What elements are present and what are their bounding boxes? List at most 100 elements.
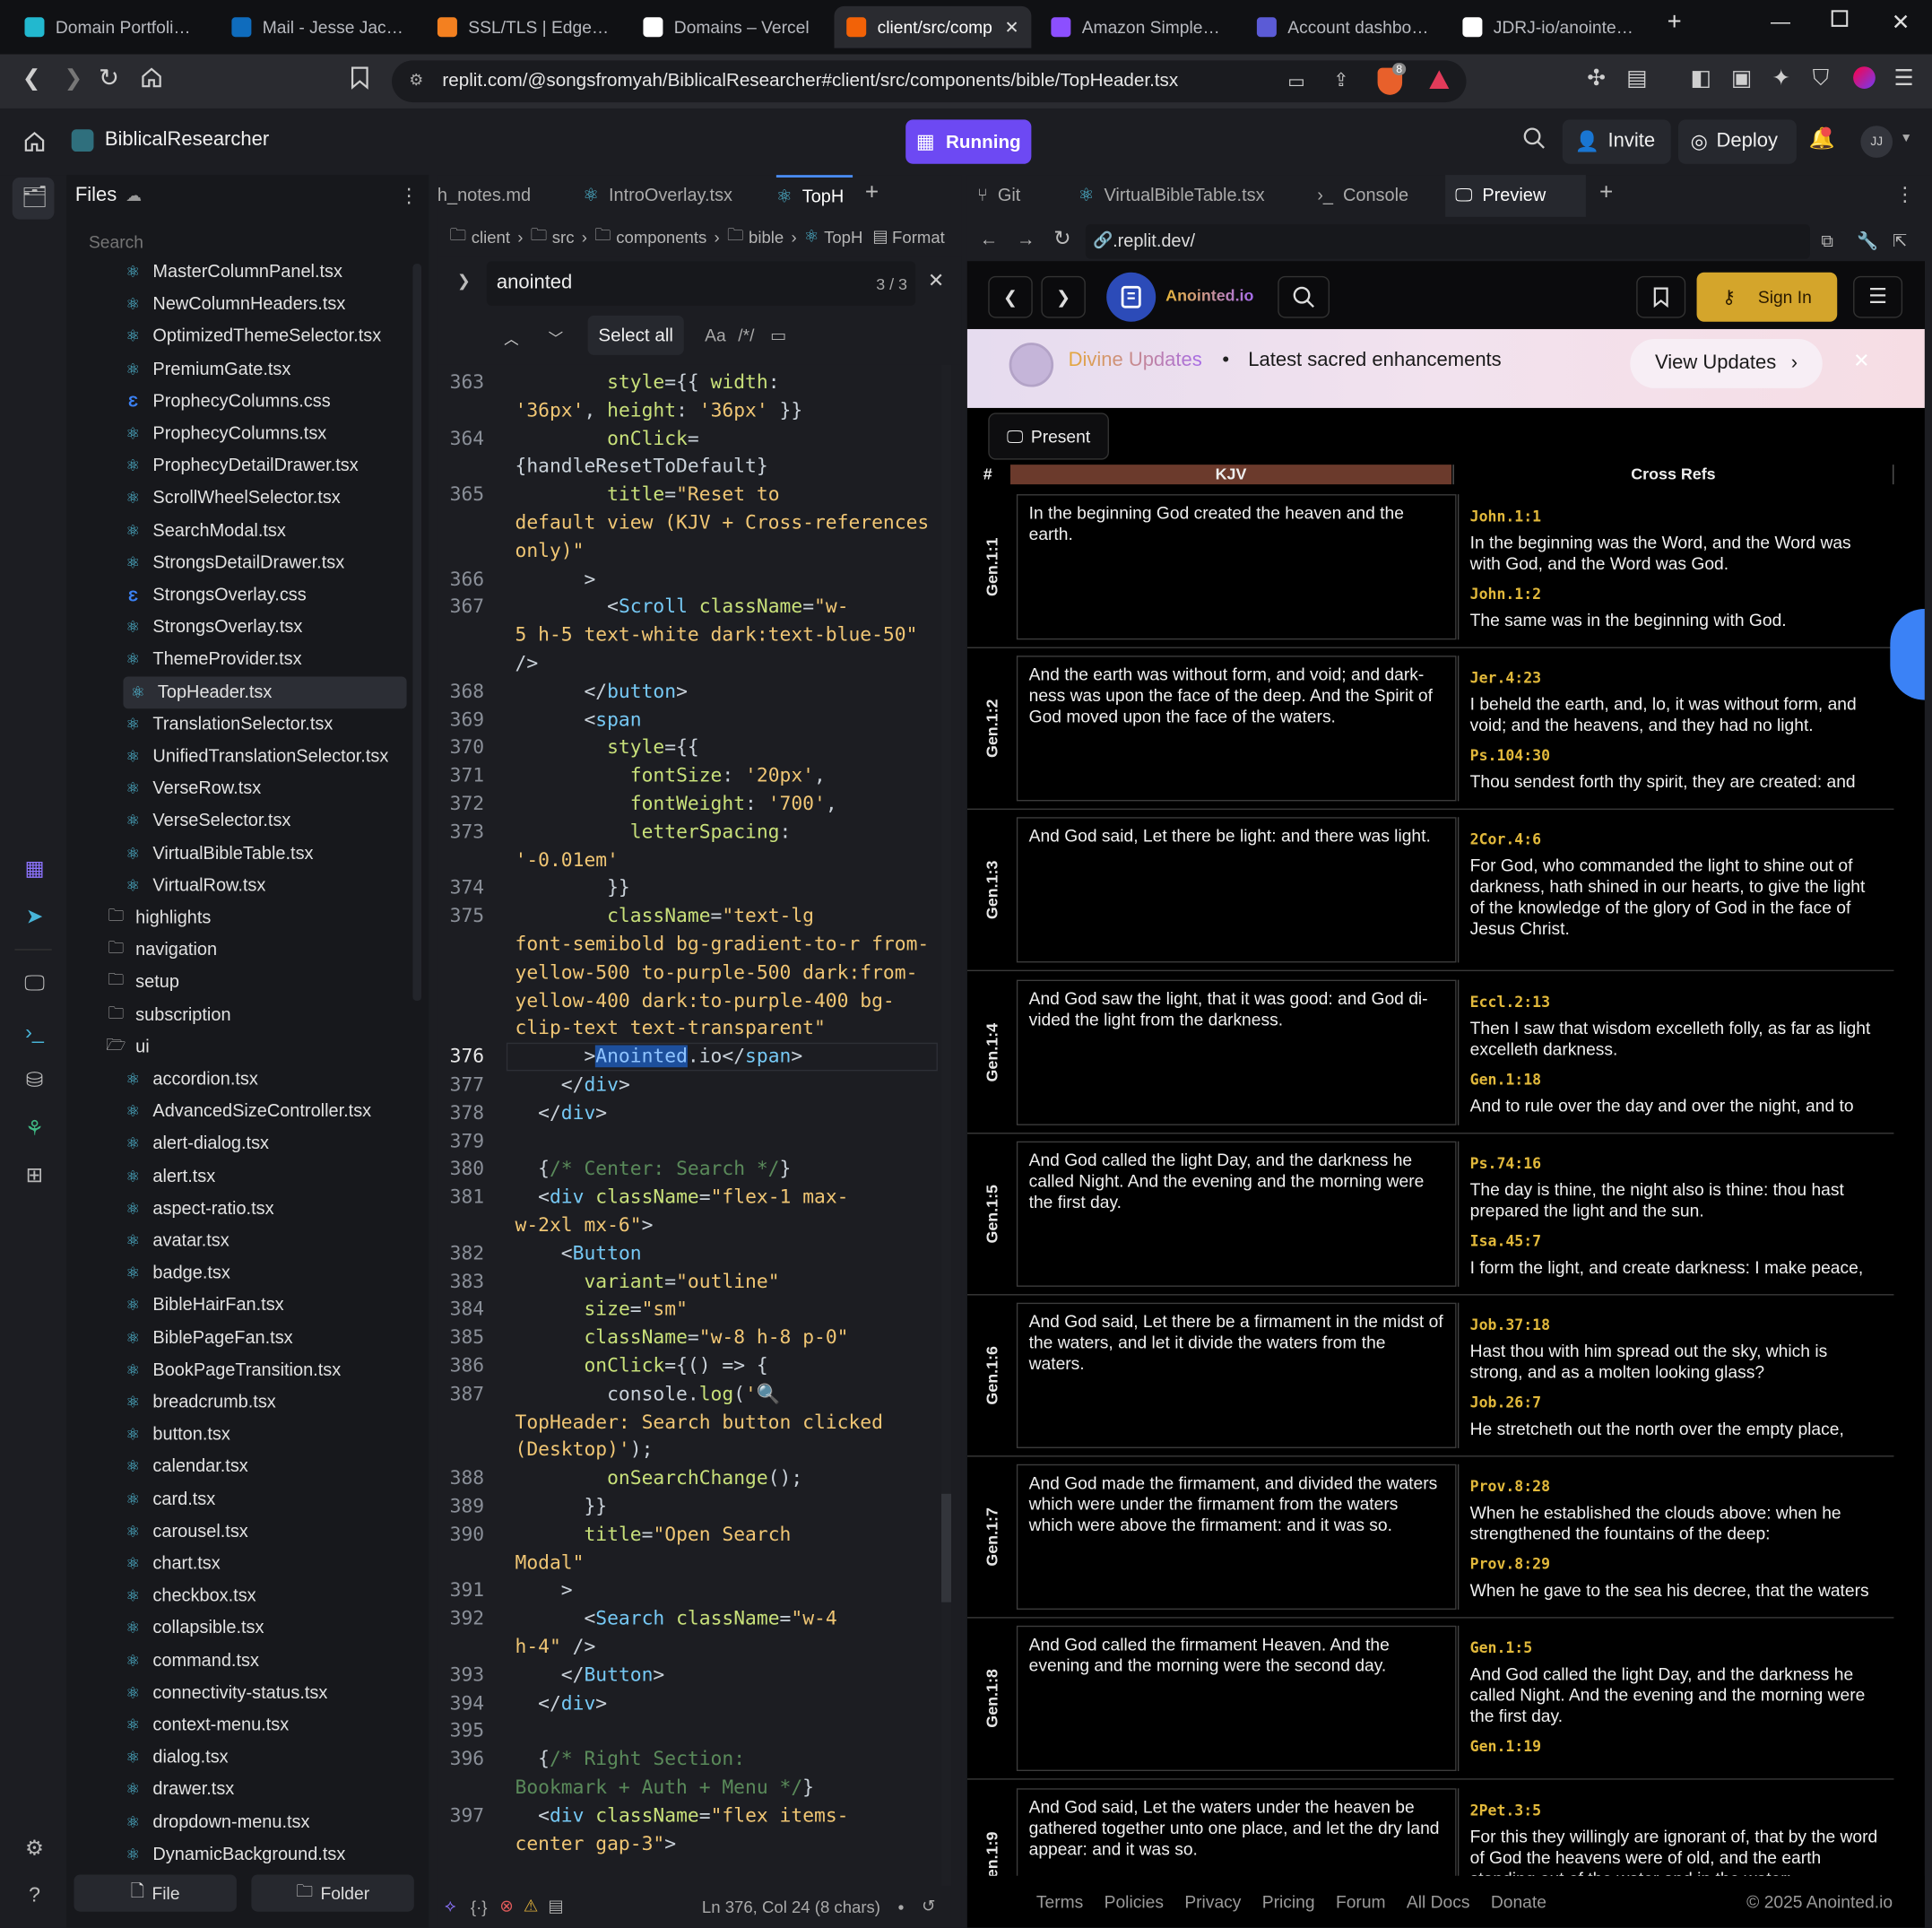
preview-url-input[interactable]: 🔗 .replit.dev/ [1085,224,1810,259]
file-tree-item[interactable]: ⚛ VirtualRow.tsx [123,870,419,902]
file-tree-item[interactable]: ⚛ StrongsDetailDrawer.tsx [123,547,419,579]
assistant-icon[interactable]: ➤ [21,905,48,932]
site-info-icon[interactable]: ⚙ [409,70,423,90]
editor-scrollbar[interactable] [941,364,952,1886]
file-tree-item[interactable]: ⚛ DynamicBackground.tsx [123,1838,419,1871]
add-tab-icon[interactable]: + [1599,180,1613,207]
file-tree-item[interactable]: ⚛ dialog.tsx [123,1741,419,1774]
footer-link[interactable]: Forum [1336,1892,1386,1912]
verse-reference[interactable]: Gen.1:8 [983,1670,1001,1729]
kjv-verse-text[interactable]: And God said, Let the waters under the h… [1016,1787,1457,1876]
footer-link[interactable]: Privacy [1184,1892,1241,1912]
address-bar[interactable]: ⚙ replit.com/@songsfromyah/BiblicalResea… [392,60,1467,103]
browser-tab[interactable]: Account dashboard [1244,6,1442,48]
files-search-input[interactable] [76,224,417,259]
file-tree-item[interactable]: ⚛ dropdown-menu.tsx [123,1806,419,1838]
project-name[interactable]: BiblicalResearcher [105,129,269,152]
column-header-cross-refs[interactable]: Cross Refs [1452,465,1894,485]
browser-tab[interactable]: Domain Portfolio: a [13,6,210,48]
cross-ref-reference[interactable]: John.1:2 [1470,584,1884,604]
file-tree-item[interactable]: ⚛ chart.tsx [123,1548,419,1580]
verse-reference[interactable]: Gen.1:7 [983,1507,1001,1567]
theme-icon[interactable]: ⚙ [21,1837,48,1863]
run-button[interactable]: ▦ Running [905,119,1032,164]
all-tools-icon[interactable]: ⊞ [21,1163,48,1190]
devtools-icon[interactable]: 🔧 [1857,230,1878,251]
file-tree-item[interactable]: ⚛ button.tsx [123,1419,419,1451]
invite-button[interactable]: 👤 Invite [1562,119,1671,164]
editor-scrollbar-thumb[interactable] [941,1493,952,1602]
file-tree-item[interactable]: ⚛ AdvancedSizeController.tsx [123,1096,419,1128]
tab-preview[interactable]: 🖵 Preview [1445,175,1586,217]
browser-tab[interactable]: Domains – Vercel [631,6,826,48]
avatar[interactable]: JJ [1860,126,1893,158]
app-bookmark-button[interactable] [1636,275,1686,318]
home-icon[interactable] [139,65,163,96]
view-updates-button[interactable]: View Updates › [1630,338,1823,388]
verse-reference[interactable]: Gen.1:1 [983,537,1001,596]
file-tree-item[interactable]: ⚛ MasterColumnPanel.tsx [123,256,419,289]
verse-row[interactable]: Gen.1:3 And God said, Let there be light:… [966,811,1894,972]
previous-match-icon[interactable]: ︿ [504,328,519,349]
kjv-verse-text[interactable]: And the earth was without form, and void… [1016,656,1457,802]
files-scrollbar[interactable] [412,264,422,1002]
verse-row[interactable]: Gen.1:6 And God said, Let there be a firm… [966,1295,1894,1457]
footer-link[interactable]: Terms [1036,1892,1083,1912]
regex-toggle[interactable]: /*/ [738,326,754,345]
leo-ai-icon[interactable]: ✦ [1772,65,1790,91]
file-tree-item[interactable]: ⚛ BookPageTransition.tsx [123,1354,419,1386]
wallet-icon[interactable]: ▣ [1731,65,1752,91]
preview-back-icon[interactable]: ← [980,230,999,250]
cross-ref-reference[interactable]: Isa.45:7 [1470,1231,1884,1252]
breadcrumb-components[interactable]: components [616,228,706,247]
file-tree-item[interactable]: ⚛ OptimizedThemeSelector.tsx [123,321,419,353]
toggle-replace-icon[interactable]: ❯ [457,271,471,291]
verse-row[interactable]: Gen.1:5 And God called the light Day, and… [966,1133,1894,1296]
next-match-icon[interactable]: ﹀ [549,328,564,349]
file-tree-item[interactable]: ⚛ ProphecyColumns.tsx [123,418,419,450]
open-new-window-icon[interactable]: ⇱ [1893,230,1907,251]
breadcrumb-file[interactable]: TopH [824,228,862,247]
cursor-position[interactable]: Ln 376, Col 24 (8 chars) [702,1898,880,1916]
file-tree-item[interactable]: 🗀 navigation [106,934,402,967]
file-tree-item[interactable]: ⚛ aspect-ratio.tsx [123,1193,419,1225]
verse-reference[interactable]: Gen.1:2 [983,699,1001,759]
footer-link[interactable]: Pricing [1262,1892,1315,1912]
app-forward-button[interactable]: ❯ [1041,275,1086,318]
footer-link[interactable]: Policies [1105,1892,1164,1912]
find-in-selection-icon[interactable]: ▭ [770,326,786,346]
file-tree-item[interactable]: ⚛ avatar.tsx [123,1225,419,1257]
files-icon[interactable]: 🗂 [21,185,48,212]
file-tree-item[interactable]: ⚛ connectivity-status.tsx [123,1677,419,1709]
kjv-verse-text[interactable]: And God called the light Day, and the da… [1016,1141,1457,1287]
preview-forward-icon[interactable]: → [1017,230,1035,250]
file-tree-item[interactable]: ⚛ card.tsx [123,1483,419,1515]
browser-tab[interactable]: Mail - Jesse Jacobu [220,6,417,48]
cross-ref-reference[interactable]: Gen.1:18 [1470,1069,1884,1090]
cross-ref-reference[interactable]: 2Pet.3:5 [1470,1800,1884,1820]
close-find-icon[interactable]: ✕ [928,269,944,293]
lsp-icon[interactable]: {·} [471,1898,488,1916]
app-logo[interactable] [1106,272,1157,322]
column-header-kjv[interactable]: KJV [1010,465,1452,485]
close-banner-icon[interactable]: ✕ [1853,349,1869,373]
brave-rewards-icon[interactable] [1427,68,1451,99]
cross-ref-reference[interactable]: Eccl.2:13 [1470,992,1884,1012]
verse-row[interactable]: Gen.1:7 And God made the firmament, and d… [966,1457,1894,1619]
file-tree-item[interactable]: 🗀 setup [106,967,402,999]
file-tree-item[interactable]: ⚛ ScrollWheelSelector.tsx [123,482,419,515]
deployments-icon[interactable]: ⚘ [21,1116,48,1143]
app-back-button[interactable]: ❮ [988,275,1033,318]
verse-row[interactable]: Gen.1:8 And God called the firmament Heav… [966,1619,1894,1781]
breadcrumb-src[interactable]: src [552,228,575,247]
verse-reference[interactable]: Gen.1:4 [983,1022,1001,1081]
tab-git[interactable]: ⑂ Git [977,175,1059,217]
file-tree-item[interactable]: ⚛ collapsible.tsx [123,1612,419,1645]
cross-ref-reference[interactable]: Gen.1:5 [1470,1638,1884,1659]
kjv-verse-text[interactable]: And God said, Let there be light: and th… [1016,817,1457,963]
tab-topheader[interactable]: ⚛ TopH [775,175,853,217]
breadcrumb-client[interactable]: client [472,228,510,247]
cast-icon[interactable]: ▭ [1287,70,1304,92]
file-tree-item[interactable]: ⚛ TopHeader.tsx [123,675,407,708]
browser-tab[interactable]: Amazon Simple Em [1039,6,1236,48]
